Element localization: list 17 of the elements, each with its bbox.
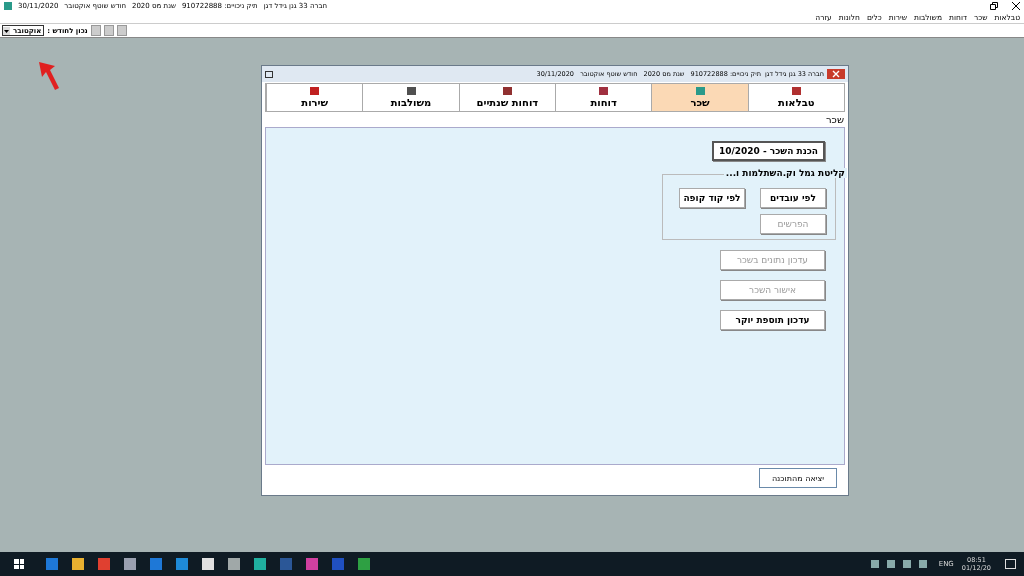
restore-icon[interactable]	[990, 2, 998, 10]
pointer-arrow	[37, 60, 61, 92]
action-button[interactable]: לפי עובדים	[760, 188, 826, 208]
prepare-payroll-button[interactable]: הכנת השכר - 10/2020	[711, 141, 825, 161]
tab[interactable]: שכר	[651, 84, 748, 111]
windows-icon[interactable]	[14, 559, 24, 569]
group-title: קליטת גמל וק.השתלמות ו...	[723, 168, 847, 178]
caret-icon[interactable]	[3, 26, 10, 35]
close-icon[interactable]	[1012, 2, 1020, 10]
close-button[interactable]	[827, 69, 845, 79]
action-button[interactable]: לפי קוד קופה	[679, 188, 745, 208]
notification-icon[interactable]	[1005, 559, 1016, 569]
action-button[interactable]: עדכון תוספת יוקר	[720, 310, 825, 330]
exit-button[interactable]: יציאה מהתוכנה	[759, 468, 837, 488]
app-icon	[4, 2, 12, 10]
section-title: שכר	[824, 113, 845, 127]
restore-icon[interactable]	[265, 70, 273, 78]
